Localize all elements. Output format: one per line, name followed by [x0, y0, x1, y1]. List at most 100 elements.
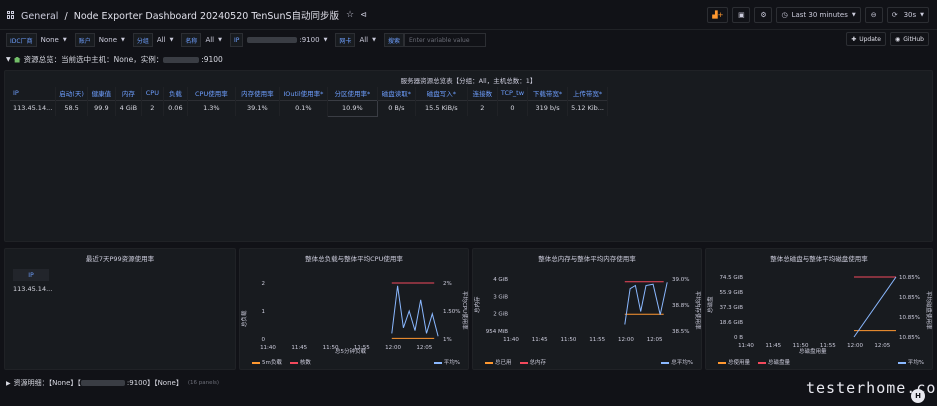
legend-item[interactable]: 平均% [897, 358, 924, 366]
column-header[interactable]: IP [10, 87, 57, 100]
watermark-logo: H [911, 389, 925, 403]
column-header[interactable]: IOutil使用率* [279, 87, 328, 100]
settings-gear-icon[interactable]: ⚙ [754, 7, 773, 23]
row-overview-header[interactable]: ▼ 资源总览：当前选中主机：None，实例： :9100 [6, 54, 223, 65]
github-icon: ◉ [894, 35, 901, 43]
legend-item[interactable]: 平均% [433, 358, 460, 366]
x-tick-label: 12:00 [385, 345, 401, 351]
row-detail-label: 资源明细：【None】【 [13, 379, 81, 387]
y-tick-label-left: 3 GiB [493, 294, 508, 300]
cpu-load-panel: 整体总负载与整体平均CPU使用率 11:40 11:45 11:50 11:55 12:… [239, 248, 469, 370]
legend-item[interactable]: 总使用量 [718, 358, 750, 366]
clock-icon: ◷ [781, 11, 788, 19]
star-icon[interactable]: ☆ [346, 10, 354, 20]
y-tick-label-left: 2 [262, 281, 266, 287]
table-cell: 2 [141, 99, 164, 116]
y-axis-label-left: 总内存 [473, 296, 481, 313]
disk-panel: 整体总磁盘与整体平均磁盘使用率 11:40 11:45 11:50 11:55 12:0… [705, 248, 933, 370]
chevron-down-icon: ▼ [218, 37, 222, 43]
update-button[interactable]: ✚ Update [846, 32, 886, 46]
redacted-ip-mask [163, 56, 200, 63]
chart-legend-right: 平均% [897, 358, 924, 366]
legend-item[interactable]: 总已用 [485, 358, 512, 366]
legend-item[interactable]: 总平均% [661, 358, 693, 366]
add-panel-icon[interactable]: ▟+ [707, 7, 729, 23]
row-detail-header[interactable]: ▶ 资源明细：【None】【 :9100】【None】 (16 panels) [6, 378, 219, 388]
table-cell-ip[interactable]: 113.45.14... [13, 285, 52, 293]
refresh-interval-label: 30s [903, 11, 917, 19]
column-header[interactable]: 内存 [115, 87, 142, 100]
y-tick-label-right: 1.50% [443, 309, 460, 315]
column-header[interactable]: 上传带宽* [567, 87, 609, 100]
column-header[interactable]: 磁盘读取* [377, 87, 416, 100]
column-header[interactable]: 启动(天) [55, 87, 88, 100]
column-header[interactable]: 分区使用率* [327, 87, 378, 100]
chevron-down-icon: ▼ [323, 37, 328, 43]
column-header[interactable]: CPU使用率 [187, 87, 236, 100]
dashboard-title[interactable]: Node Exporter Dashboard 20240520 TenSunS… [74, 11, 339, 22]
column-header-ip[interactable]: IP [13, 269, 49, 281]
refresh-icon: ⟳ [891, 11, 898, 19]
zoom-out-icon[interactable]: ⊖ [864, 7, 883, 23]
table-cell: 0 B/s [377, 99, 416, 116]
table-cell: 10.9% [326, 99, 378, 117]
x-tick-label: 12:05 [416, 345, 432, 351]
series-line-2 [391, 285, 439, 337]
x-tick-label: 12:00 [847, 343, 863, 349]
x-tick-label: 12:05 [874, 343, 890, 349]
column-header[interactable]: 内存使用率 [235, 87, 280, 100]
column-header[interactable]: 磁盘写入* [415, 87, 468, 100]
var-select-account[interactable]: None ▼ [95, 33, 129, 47]
column-header[interactable]: CPU [141, 87, 164, 100]
share-icon[interactable]: ⊲ [360, 10, 367, 19]
column-header[interactable]: 负载 [163, 87, 188, 100]
var-select-idc[interactable]: None ▼ [37, 33, 71, 47]
table-row[interactable]: 113.45.14... 58.5 99.9 4 GiB 2 0.06 1.3% 39.1% 0… [10, 99, 609, 117]
breadcrumb-home[interactable]: General [21, 11, 58, 22]
var-label-account: 账户 [74, 33, 95, 47]
y-tick-label-left: 4 GiB [493, 277, 508, 283]
github-button[interactable]: ◉ GitHub [889, 32, 929, 46]
memory-chart: 11:40 11:45 11:50 11:55 12:00 12:05 954 MiB 2 G… [473, 277, 702, 343]
legend-item[interactable]: 总磁盘量 [758, 358, 790, 366]
save-dashboard-icon[interactable]: ▣ [732, 7, 751, 23]
chevron-right-icon: ▶ [6, 379, 11, 387]
y-tick-label-right: 10.85% [899, 275, 920, 281]
var-label-idc: IDC厂商 [6, 33, 37, 47]
refresh-button[interactable]: ⟳ 30s ▼ [886, 7, 929, 23]
table-cell: 1.3% [187, 99, 236, 116]
legend-item[interactable]: 5m负载 [252, 358, 282, 366]
column-header[interactable]: 下载带宽* [527, 87, 569, 100]
legend-item[interactable]: 总内存 [519, 358, 546, 366]
var-select-nic[interactable]: All ▼ [355, 33, 380, 47]
y-tick-label-left: 0 B [734, 335, 743, 341]
table-cell: 15.5 KiB/s [415, 99, 468, 116]
variables-actions: ✚ Update ◉ GitHub [846, 32, 929, 46]
column-header[interactable]: 健康值 [87, 87, 116, 100]
y-tick-label-left: 2 GiB [493, 312, 508, 318]
var-select-name[interactable]: All ▼ [201, 33, 226, 47]
variables-bar: IDC厂商 None ▼ 账户 None ▼ 分组 All ▼ 名称 All ▼ IP … [0, 30, 937, 50]
var-select-ip[interactable]: :9100 ▼ [243, 33, 331, 47]
row-panel-count: (16 panels) [187, 380, 219, 386]
chevron-down-icon: ▼ [851, 12, 856, 18]
chevron-down-icon: ▼ [62, 37, 67, 43]
apps-grid-icon[interactable] [7, 10, 15, 19]
column-header[interactable]: TCP_tw [497, 87, 529, 100]
y-tick-label-left: 18.6 GiB [719, 320, 743, 326]
x-tick-label: 11:55 [589, 337, 605, 343]
row-detail-middle: :9100】【None】 [126, 379, 183, 387]
table-cell: 99.9 [87, 99, 116, 116]
x-tick-label: 11:40 [503, 337, 519, 343]
table-cell: 319 b/s [527, 99, 569, 116]
column-header[interactable]: 连接数 [467, 87, 498, 100]
table-cell: 0.06 [163, 99, 188, 116]
table-cell: 58.5 [55, 99, 88, 116]
series-line-2 [624, 282, 668, 325]
var-select-group[interactable]: All ▼ [153, 33, 178, 47]
redacted-ip-mask [247, 37, 298, 43]
legend-item[interactable]: 核数 [289, 358, 311, 366]
var-search-input[interactable]: Enter variable value [404, 33, 486, 47]
y-axis-label-right: 平均CPU使用率 [461, 291, 469, 330]
time-picker-button[interactable]: ◷ Last 30 minutes ▼ [776, 7, 861, 23]
